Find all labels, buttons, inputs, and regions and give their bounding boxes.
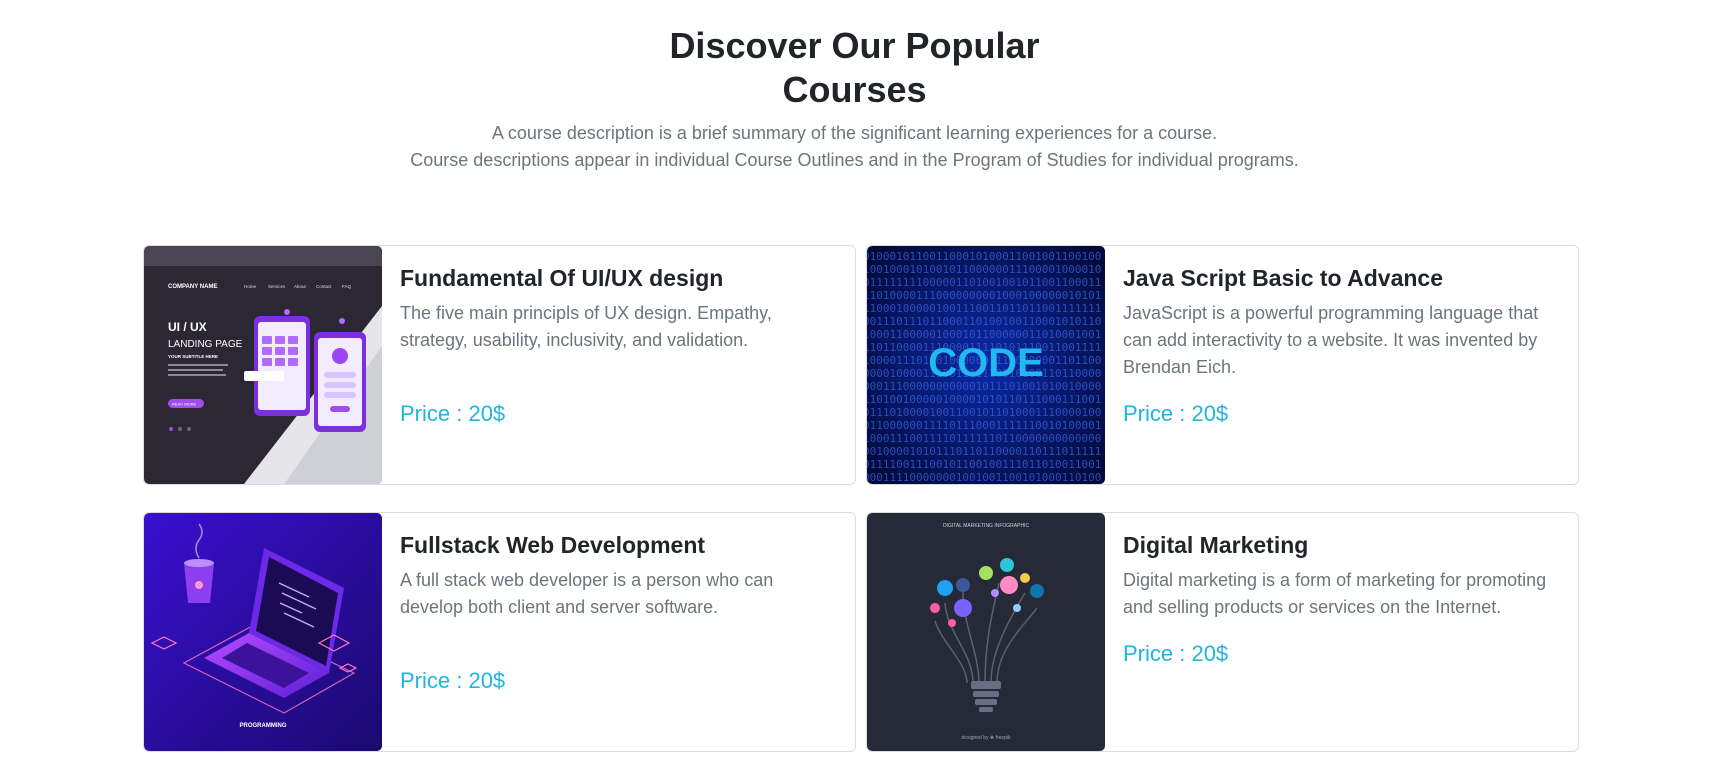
course-description: The five main principls of UX design. Em… <box>400 303 772 350</box>
course-price: Price : 20$ <box>1123 401 1229 426</box>
section-description: A course description is a brief summary … <box>0 120 1709 174</box>
description-line-2: Course descriptions appear in individual… <box>410 150 1299 170</box>
course-card-fullstack[interactable]: PROGRAMMING Fullstack Web Development A … <box>143 512 856 752</box>
course-title[interactable]: Java Script Basic to Advance <box>1123 262 1560 294</box>
course-card-uiux[interactable]: COMPANY NAME Home Services About Contact… <box>143 245 856 485</box>
section-title: Discover Our Popular Courses <box>0 24 1709 112</box>
uiux-nav-3: About <box>294 284 307 289</box>
freepik-credit: designed by ❀ freepik <box>962 735 1011 741</box>
course-description: A full stack web developer is a person w… <box>400 570 774 617</box>
uiux-nav-5: FAQ <box>342 284 352 289</box>
binary-row: 011101000010011001011010001110000100 <box>867 406 1101 419</box>
uiux-heading: UI / UX <box>168 320 207 334</box>
course-description: Digital marketing is a form of marketing… <box>1123 570 1547 617</box>
uiux-nav-4: Contact <box>316 284 332 289</box>
infographic-title: DIGITAL MARKETING INFOGRAPHIC <box>943 523 1030 529</box>
javascript-card-body: Java Script Basic to Advance JavaScript … <box>1123 262 1560 381</box>
binary-row: 110001000001001110011011011001111111 <box>867 302 1101 315</box>
course-card-digital-marketing[interactable]: DIGITAL MARKETING INFOGRAPHIC designed b… <box>866 512 1579 752</box>
javascript-thumbnail: 010001011001100010100011001001100100 1001… <box>867 246 1105 484</box>
programming-caption: PROGRAMMING <box>240 723 287 729</box>
title-line-2: Courses <box>782 69 927 110</box>
marketing-thumbnail: DIGITAL MARKETING INFOGRAPHIC designed b… <box>867 513 1105 751</box>
course-price: Price : 20$ <box>400 668 506 693</box>
uiux-tag: YOUR SUBTITLE HERE <box>168 354 218 359</box>
uiux-company: COMPANY NAME <box>168 284 217 290</box>
binary-row: 010001011001100010100011001001100100 <box>867 250 1101 263</box>
uiux-card-body: Fundamental Of UI/UX design The five mai… <box>400 262 837 354</box>
course-price: Price : 20$ <box>400 401 506 426</box>
course-title[interactable]: Fundamental Of UI/UX design <box>400 262 837 294</box>
description-line-1: A course description is a brief summary … <box>491 123 1218 143</box>
binary-row: 011110011100101100100111011010011001 <box>867 458 1101 471</box>
course-title[interactable]: Digital Marketing <box>1123 529 1560 561</box>
binary-row: 011111111000001101001001011001100011 <box>867 276 1101 289</box>
marketing-card-body: Digital Marketing Digital marketing is a… <box>1123 529 1560 621</box>
binary-row: 011000000111101110001111110010100001 <box>867 419 1101 432</box>
fullstack-thumbnail: PROGRAMMING <box>144 513 382 751</box>
course-title[interactable]: Fullstack Web Development <box>400 529 837 561</box>
course-card-javascript[interactable]: 010001011001100010100011001001100100 1001… <box>866 245 1579 485</box>
uiux-sub: LANDING PAGE <box>168 339 243 350</box>
course-description: JavaScript is a powerful programming lan… <box>1123 303 1539 377</box>
fullstack-card-body: Fullstack Web Development A full stack w… <box>400 529 837 621</box>
uiux-cta: READ MORE <box>172 402 197 407</box>
uiux-nav-1: Home <box>244 284 257 289</box>
course-price: Price : 20$ <box>1123 641 1229 666</box>
uiux-thumbnail: COMPANY NAME Home Services About Contact… <box>144 246 382 484</box>
uiux-nav-2: Services <box>268 284 286 289</box>
binary-row: 110100100000100001010110111000111001 <box>867 393 1101 406</box>
binary-row: 110100001110000000001000100000010101 <box>867 289 1101 302</box>
binary-row: 100011100111101111110110000000000000 <box>867 432 1101 445</box>
title-line-1: Discover Our Popular <box>669 25 1040 66</box>
code-word: CODE <box>928 341 1044 385</box>
binary-row: 001000010101110110110000110111011111 <box>867 445 1101 458</box>
binary-row: 100100010100101100000011100001000010 <box>867 263 1101 276</box>
binary-row: 001110111011000110100100110001010110 <box>867 315 1101 328</box>
binary-row: 000111100000001001001100101000110100 <box>867 471 1101 484</box>
binary-row: 100011000001000101100000011010001001 <box>867 328 1101 341</box>
